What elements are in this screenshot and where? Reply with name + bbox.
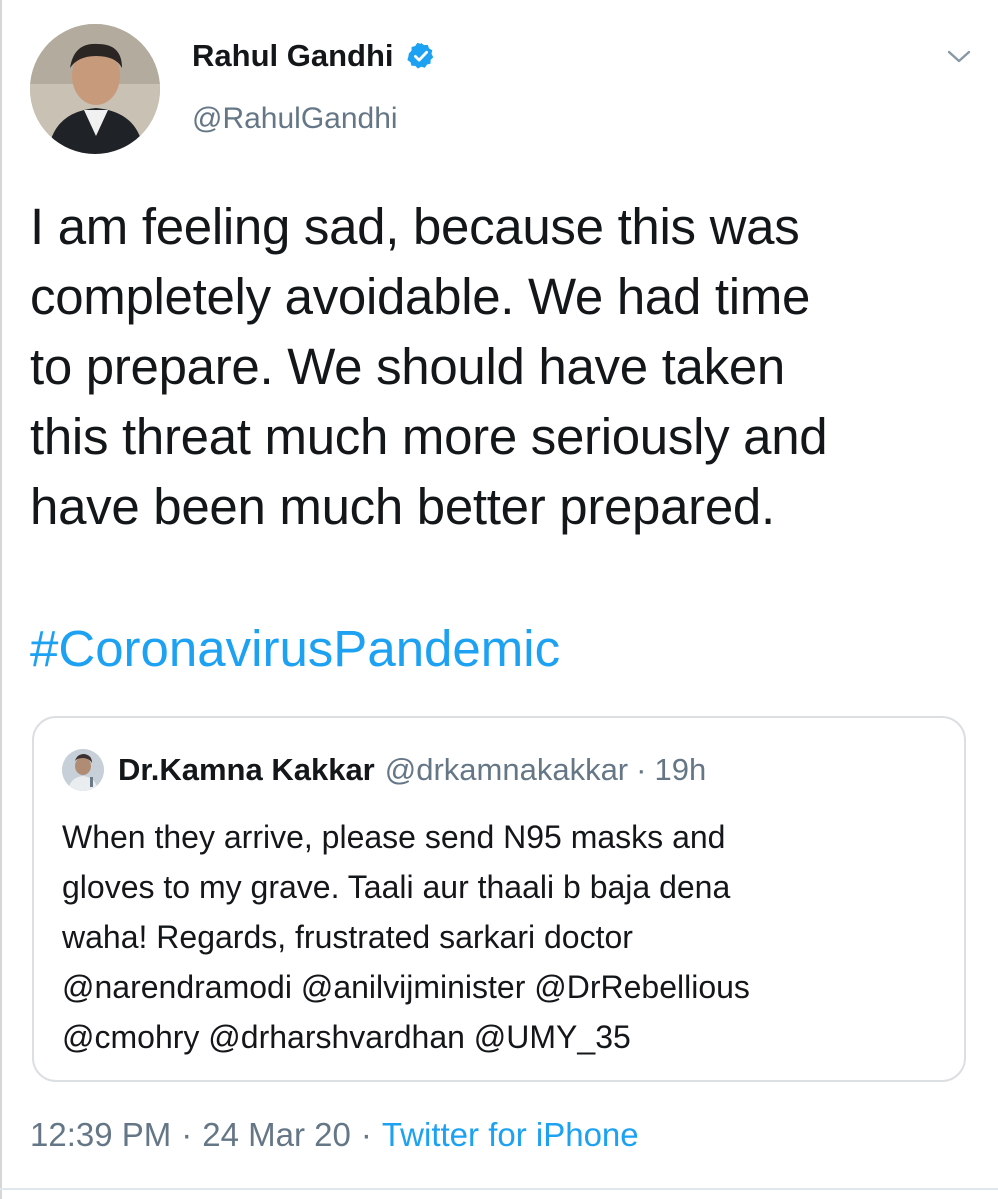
quoted-timestamp[interactable]: 19h	[654, 752, 706, 788]
divider	[0, 1188, 998, 1190]
meta-separator: ·	[181, 1116, 193, 1153]
tweet-time[interactable]: 12:39 PM	[30, 1116, 171, 1154]
avatar-photo	[30, 24, 160, 154]
avatar[interactable]	[30, 24, 160, 154]
quoted-avatar[interactable]	[62, 749, 104, 791]
tweet-source-link[interactable]: Twitter for iPhone	[382, 1116, 639, 1154]
hashtag-link[interactable]: #CoronavirusPandemic	[30, 614, 560, 684]
tweet-text: I am feeling sad, because this was compl…	[30, 198, 828, 535]
window-edge	[0, 0, 2, 1199]
chevron-down-icon[interactable]	[946, 48, 972, 66]
quoted-avatar-photo	[62, 749, 104, 791]
quoted-tweet-header: Dr.Kamna Kakkar @drkamnakakkar · 19h	[62, 748, 706, 792]
quoted-handle[interactable]: @drkamnakakkar	[385, 752, 628, 788]
quoted-display-name[interactable]: Dr.Kamna Kakkar	[118, 752, 375, 788]
tweet-date[interactable]: 24 Mar 20	[202, 1116, 351, 1154]
quoted-tweet-text: When they arrive, please send N95 masks …	[62, 819, 750, 1055]
verified-badge-icon	[406, 41, 436, 71]
author-name-row: Rahul Gandhi	[192, 38, 436, 74]
tweet-metadata: 12:39 PM · 24 Mar 20 · Twitter for iPhon…	[30, 1116, 639, 1154]
meta-separator: ·	[360, 1116, 372, 1153]
tweet-header: Rahul Gandhi @RahulGandhi	[0, 0, 998, 170]
quoted-separator: ·	[636, 752, 647, 787]
quoted-tweet-card[interactable]: Dr.Kamna Kakkar @drkamnakakkar · 19h Whe…	[32, 716, 966, 1082]
author-handle[interactable]: @RahulGandhi	[192, 102, 398, 136]
author-display-name[interactable]: Rahul Gandhi	[192, 38, 394, 74]
